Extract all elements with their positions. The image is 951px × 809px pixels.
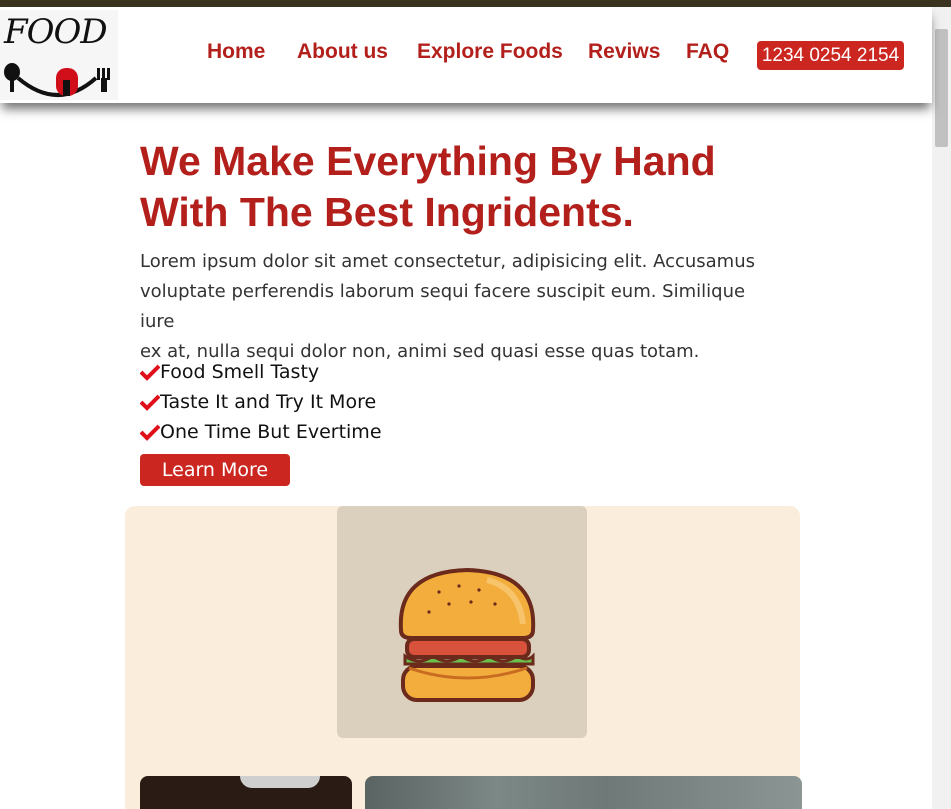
check-icon: [140, 364, 160, 381]
feature-item: Taste It and Try It More: [140, 387, 382, 417]
phone-badge[interactable]: 1234 0254 2154: [757, 41, 904, 70]
check-icon: [140, 394, 160, 411]
hero-headline-line-1: We Make Everything By Hand: [140, 138, 716, 184]
learn-more-button[interactable]: Learn More: [140, 454, 290, 486]
nav-reviews[interactable]: Reviws: [588, 40, 660, 64]
hero-headline-line-2: With The Best Ingridents.: [140, 189, 634, 235]
feature-item: One Time But Evertime: [140, 417, 382, 447]
feature-list: Food Smell Tasty Taste It and Try It Mor…: [140, 357, 382, 447]
logo[interactable]: FOOD: [0, 10, 118, 100]
scrollbar-thumb[interactable]: [935, 29, 948, 147]
nav-home[interactable]: Home: [207, 40, 265, 64]
navbar: FOOD Home About us Explore Foods Reviws …: [0, 7, 932, 103]
food-photo-thumbnail: [140, 776, 352, 809]
nav-about-us[interactable]: About us: [297, 40, 388, 64]
page-scrollbar[interactable]: [932, 7, 951, 809]
burger-illustration: [398, 567, 536, 702]
hero-paragraph: Lorem ipsum dolor sit amet consectetur, …: [140, 247, 780, 367]
nav-explore-foods[interactable]: Explore Foods: [417, 40, 563, 64]
top-strip: [0, 0, 951, 7]
hero-headline: We Make Everything By Hand With The Best…: [140, 136, 780, 238]
burger-image-frame: [337, 506, 587, 738]
food-photo-thumbnail: [365, 776, 802, 809]
check-icon: [140, 424, 160, 441]
feature-label: Taste It and Try It More: [160, 391, 377, 413]
nav-faq[interactable]: FAQ: [686, 40, 729, 64]
fork-spoon-smile-icon: [4, 63, 110, 97]
feature-label: Food Smell Tasty: [160, 361, 320, 383]
hero-paragraph-line-1: Lorem ipsum dolor sit amet consectetur, …: [140, 251, 756, 272]
hero-paragraph-line-2: voluptate perferendis laborum sequi face…: [140, 281, 746, 332]
feature-label: One Time But Evertime: [160, 421, 382, 443]
feature-item: Food Smell Tasty: [140, 357, 382, 387]
